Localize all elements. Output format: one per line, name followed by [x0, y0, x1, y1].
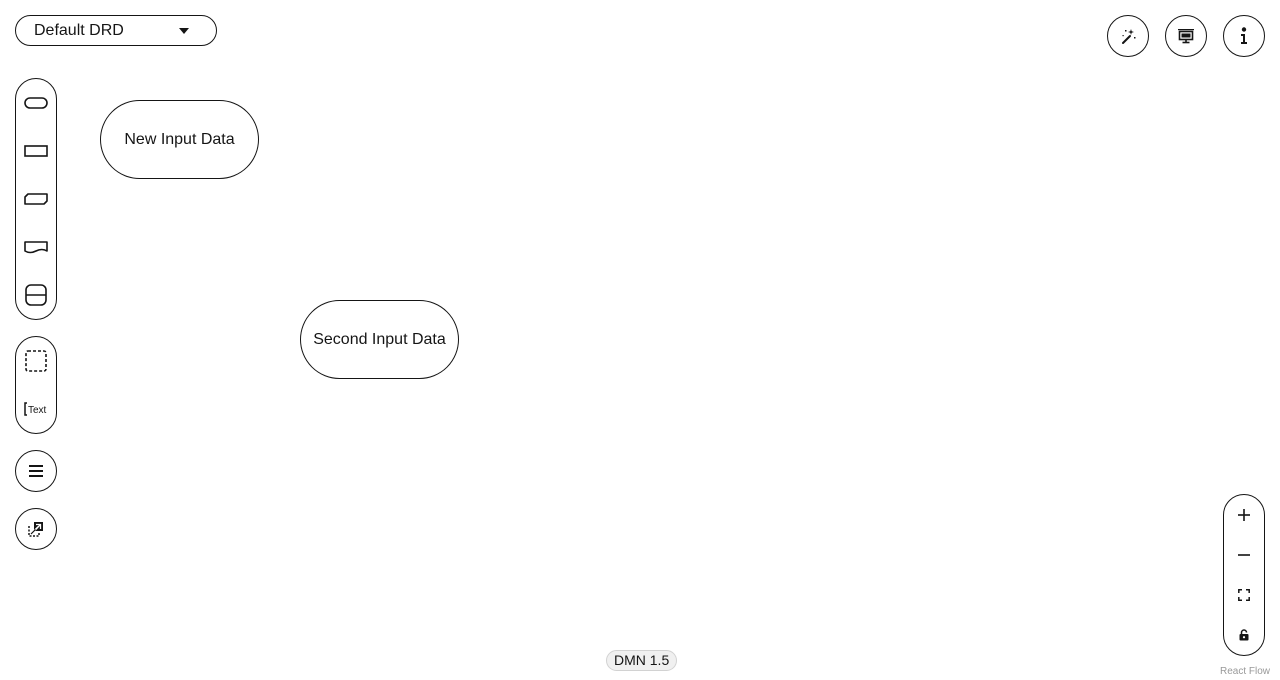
artifact-palette: Text — [15, 336, 57, 434]
dashed-square-icon — [25, 350, 47, 372]
node-label: New Input Data — [124, 130, 235, 148]
magic-wand-icon — [1122, 29, 1136, 44]
palette-input-data[interactable] — [16, 79, 56, 127]
fit-view-button[interactable] — [1224, 575, 1264, 615]
split-rounded-rectangle-icon — [25, 284, 47, 306]
caret-down-icon — [179, 27, 189, 34]
info-icon — [1241, 27, 1247, 44]
diagram-canvas[interactable]: Default DRD Text New Input Data Second I… — [0, 0, 1280, 680]
palette-business-knowledge-model[interactable] — [16, 175, 56, 223]
lock-icon — [1239, 629, 1249, 641]
expand-icon — [1238, 589, 1250, 601]
drg-navigator-button[interactable] — [15, 450, 57, 492]
input-data-node[interactable]: Second Input Data — [300, 300, 459, 379]
node-palette — [15, 78, 57, 320]
palette-decision-service[interactable] — [16, 271, 56, 319]
node-label: Second Input Data — [313, 330, 446, 348]
rounded-pill-icon — [24, 97, 48, 109]
zoom-controls — [1223, 494, 1265, 656]
text-annotation-label: Text — [28, 405, 47, 416]
zoom-out-button[interactable] — [1224, 535, 1264, 575]
plus-icon — [1238, 509, 1250, 521]
wavy-rectangle-icon — [24, 241, 48, 254]
external-nodes-button[interactable] — [15, 508, 57, 550]
overlays-button[interactable] — [1165, 15, 1207, 57]
auto-layout-button[interactable] — [1107, 15, 1149, 57]
drd-selector[interactable]: Default DRD — [15, 15, 217, 46]
palette-decision[interactable] — [16, 127, 56, 175]
input-data-node[interactable]: New Input Data — [100, 100, 259, 179]
palette-text-annotation[interactable]: Text — [16, 385, 56, 433]
drd-selector-label: Default DRD — [34, 21, 124, 39]
lock-button[interactable] — [1224, 615, 1264, 655]
external-link-icon — [28, 522, 43, 537]
palette-knowledge-source[interactable] — [16, 223, 56, 271]
clipped-rectangle-icon — [24, 193, 48, 205]
dmn-version-badge: DMN 1.5 — [606, 650, 678, 671]
text-annotation-icon: Text — [24, 402, 47, 416]
react-flow-attribution[interactable]: React Flow — [1220, 666, 1270, 677]
minus-icon — [1238, 554, 1250, 556]
palette-group[interactable] — [16, 337, 56, 385]
properties-button[interactable] — [1223, 15, 1265, 57]
zoom-in-button[interactable] — [1224, 495, 1264, 535]
screen-icon — [1178, 29, 1194, 44]
hamburger-menu-icon — [29, 465, 43, 477]
rectangle-icon — [24, 145, 48, 157]
